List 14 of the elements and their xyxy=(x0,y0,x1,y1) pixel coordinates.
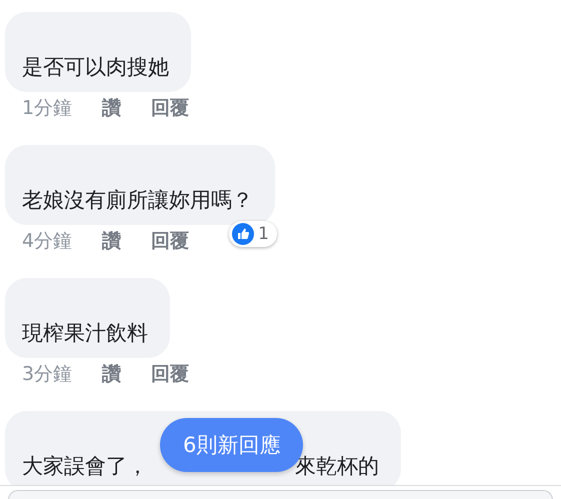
like-link[interactable]: 讚 xyxy=(102,94,122,120)
thumbs-up-icon xyxy=(232,223,254,245)
comment-time: 4分鐘 xyxy=(22,228,72,254)
comment-bubble: 是否可以肉搜她 xyxy=(5,12,191,92)
comment-bubble: 現榨果汁飲料 xyxy=(5,278,170,358)
reaction-count: 1 xyxy=(258,223,269,245)
reply-link[interactable]: 回覆 xyxy=(151,360,190,386)
comment-time: 1分鐘 xyxy=(22,96,72,120)
like-reaction-badge[interactable]: 1 xyxy=(229,221,277,247)
reply-link[interactable]: 回覆 xyxy=(151,94,190,120)
comment-time: 3分鐘 xyxy=(22,362,72,386)
reply-link[interactable]: 回覆 xyxy=(151,228,190,254)
like-link[interactable]: 讚 xyxy=(102,360,122,386)
like-link[interactable]: 讚 xyxy=(102,228,122,254)
